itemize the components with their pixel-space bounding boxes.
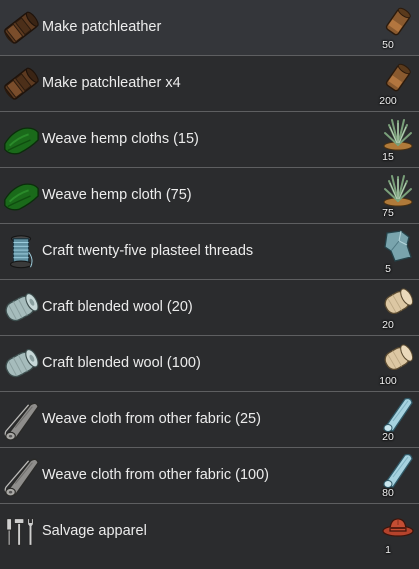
plasteel-icon [381, 227, 415, 265]
bill-label: Craft blended wool (100) [42, 355, 201, 371]
wool-icon [381, 339, 415, 377]
bill-label: Weave cloth from other fabric (25) [42, 411, 261, 427]
leather-icon [381, 3, 415, 41]
bill-label: Craft blended wool (20) [42, 299, 193, 315]
cloth-roll-icon [2, 455, 40, 497]
bill-list: Make patchleather 50 Make patchleather x4 2… [0, 0, 419, 569]
bill-row[interactable]: Weave hemp cloths (15) 15 [0, 112, 419, 168]
wool-bolt-icon [2, 343, 40, 385]
thread-spool-icon [2, 231, 40, 273]
hemp-cloth-icon [2, 175, 40, 217]
ingredient-count: 200 [379, 95, 397, 107]
bill-row[interactable]: Make patchleather 50 [0, 0, 419, 56]
bill-label: Craft twenty-five plasteel threads [42, 243, 254, 259]
bill-label: Weave hemp cloth (75) [42, 187, 192, 203]
bill-row[interactable]: Salvage apparel 1 [0, 504, 419, 560]
bill-label: Weave cloth from other fabric (100) [42, 467, 269, 483]
wool-bolt-icon [2, 287, 40, 329]
leather-icon [381, 59, 415, 97]
bill-row[interactable]: Weave cloth from other fabric (100) 80 [0, 448, 419, 504]
fabric-icon [381, 395, 415, 433]
bill-label: Weave hemp cloths (15) [42, 131, 199, 147]
ingredient-count: 5 [385, 263, 391, 275]
bill-label: Make patchleather [42, 19, 162, 35]
bill-row[interactable]: Weave hemp cloth (75) 75 [0, 168, 419, 224]
hemp-plant-icon [381, 115, 415, 153]
wool-icon [381, 283, 415, 321]
ingredient-count: 75 [382, 207, 394, 219]
ingredient-count: 50 [382, 39, 394, 51]
bill-row[interactable]: Make patchleather x4 200 [0, 56, 419, 112]
bill-label: Make patchleather x4 [42, 75, 181, 91]
bill-row[interactable]: Craft blended wool (100) 100 [0, 336, 419, 392]
patchleather-icon [2, 7, 40, 49]
tools-icon [2, 511, 40, 553]
bill-row[interactable]: Craft blended wool (20) 20 [0, 280, 419, 336]
ingredient-count: 15 [382, 151, 394, 163]
bill-row[interactable]: Weave cloth from other fabric (25) 20 [0, 392, 419, 448]
cowboy-hat-icon [381, 507, 415, 545]
hemp-plant-icon [381, 171, 415, 209]
ingredient-count: 100 [379, 375, 397, 387]
ingredient-count: 20 [382, 431, 394, 443]
ingredient-count: 1 [385, 544, 391, 556]
patchleather-icon [2, 63, 40, 105]
bill-row[interactable]: Craft twenty-five plasteel threads 5 [0, 224, 419, 280]
fabric-icon [381, 451, 415, 489]
bill-label: Salvage apparel [42, 523, 147, 539]
ingredient-count: 80 [382, 487, 394, 499]
cloth-roll-icon [2, 399, 40, 441]
ingredient-count: 20 [382, 319, 394, 331]
hemp-cloth-icon [2, 119, 40, 161]
